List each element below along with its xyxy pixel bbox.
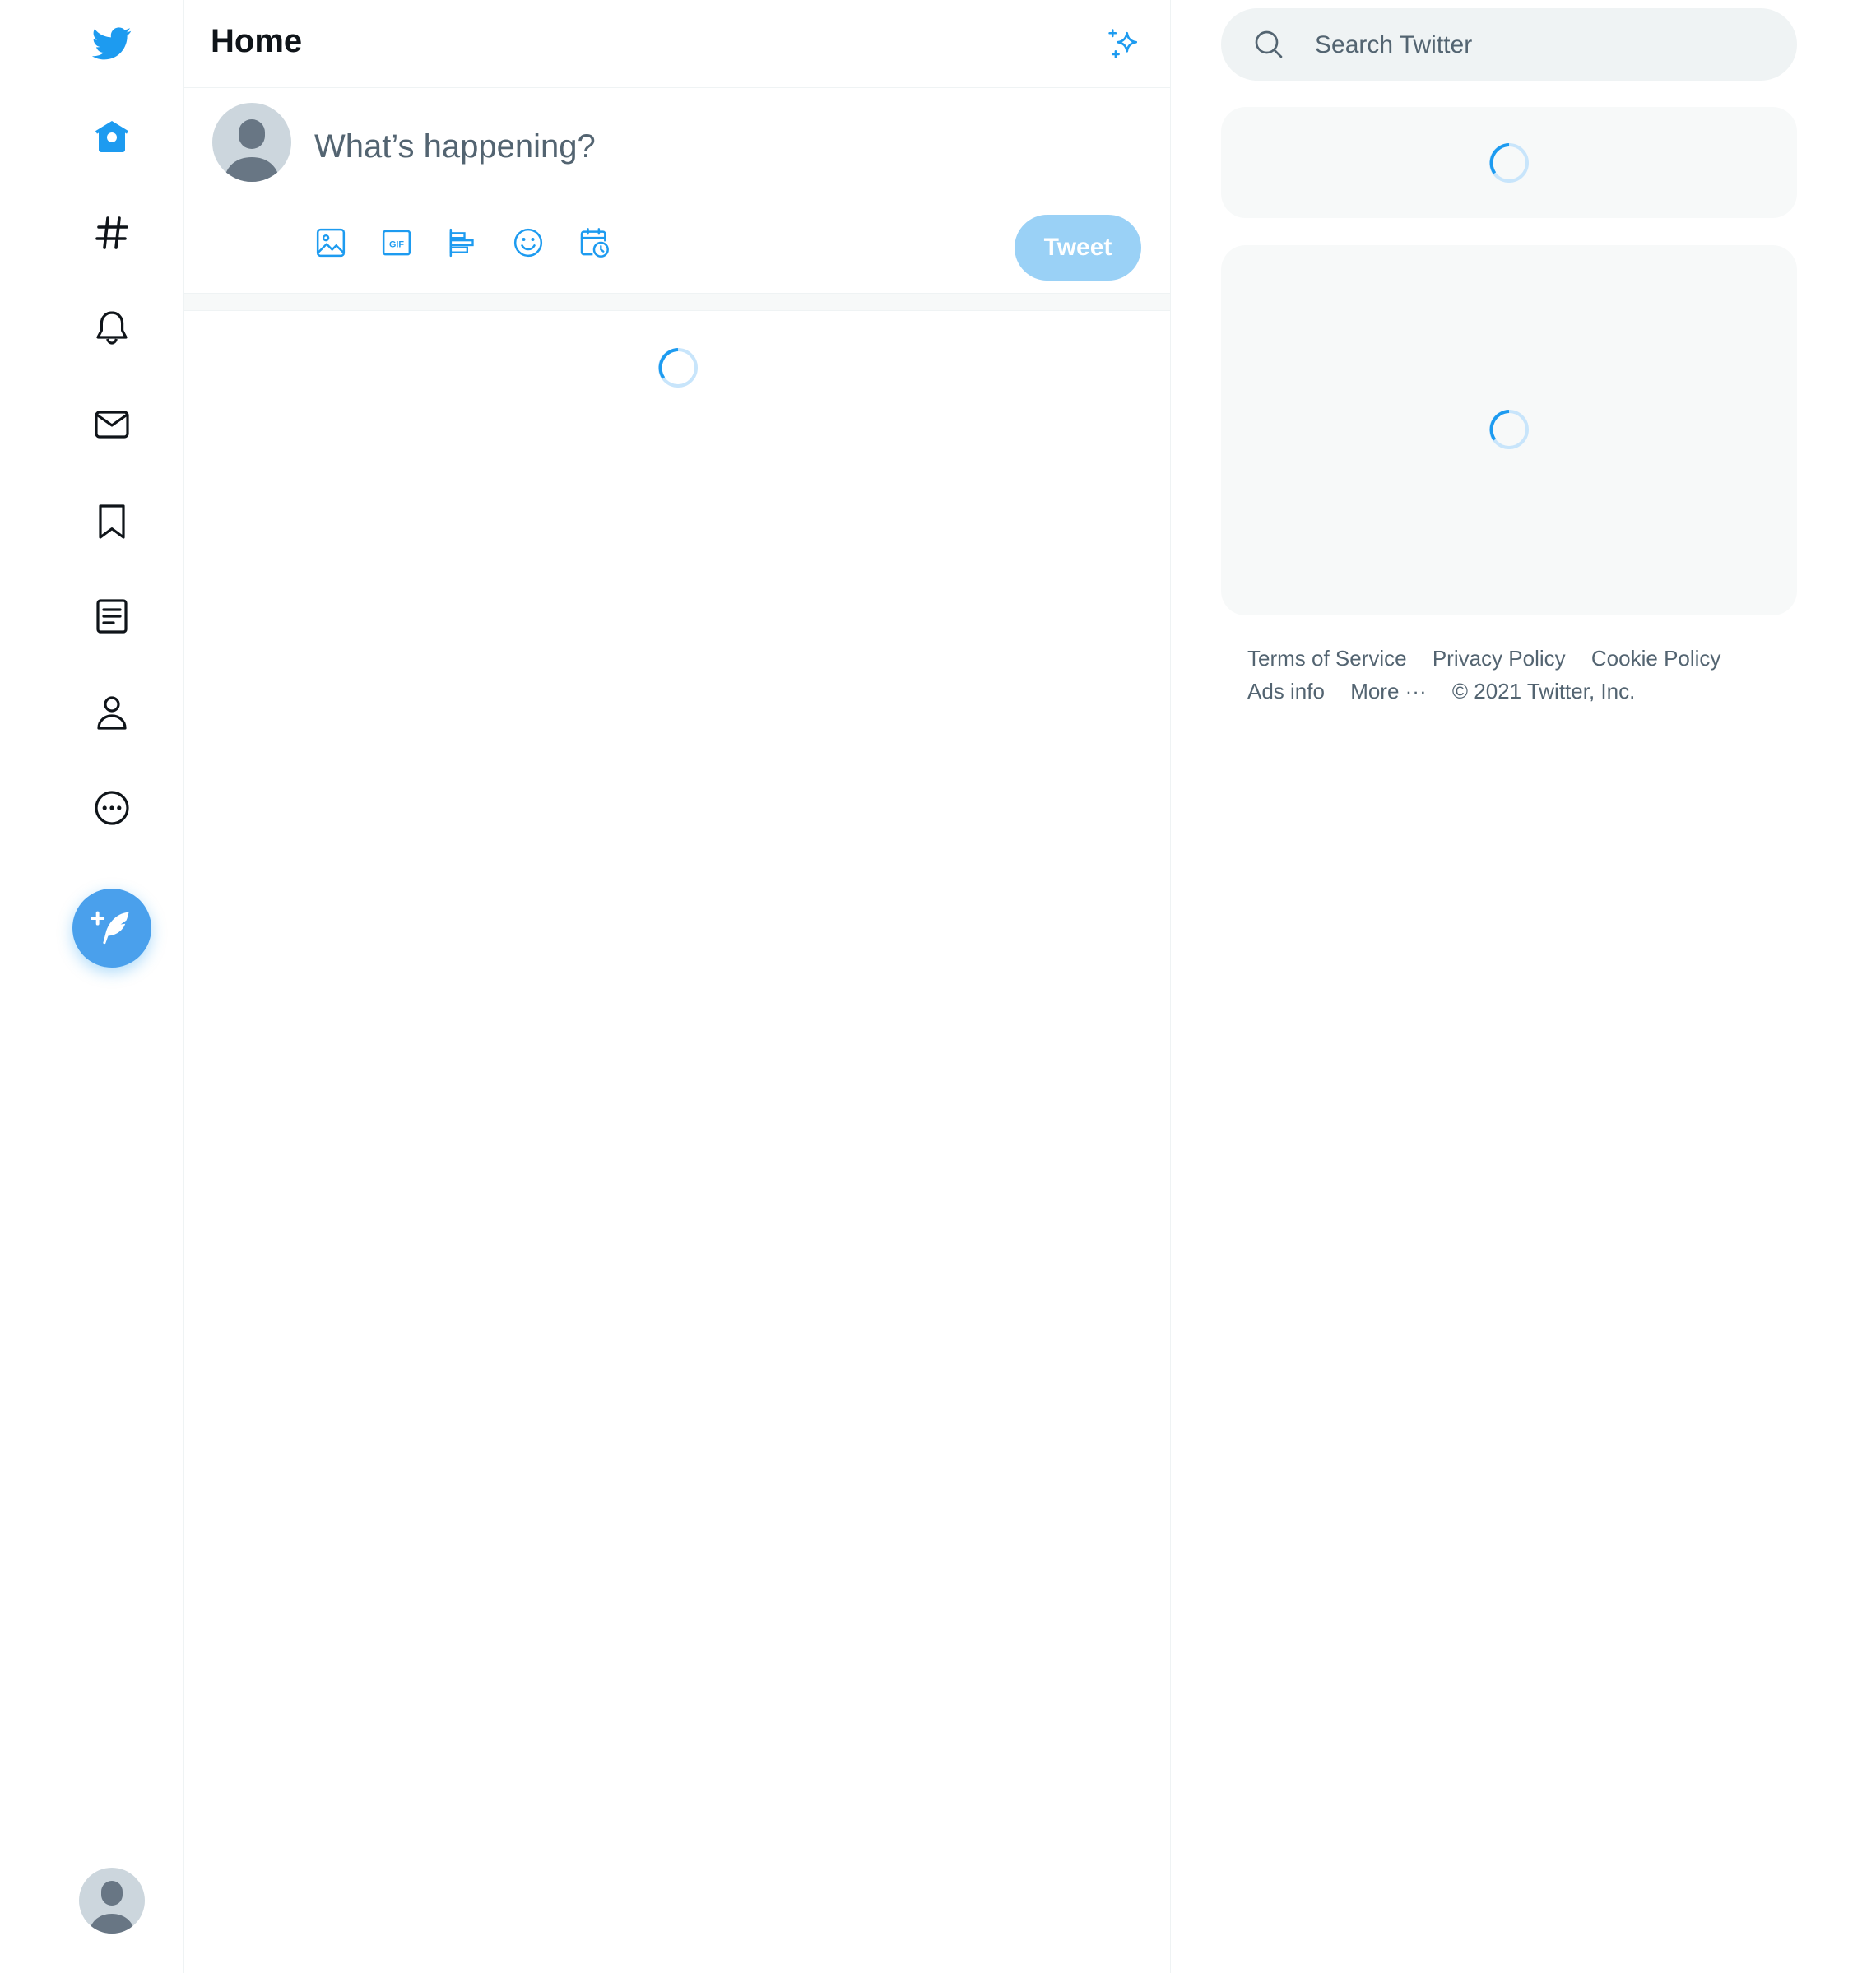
search-icon <box>1255 30 1283 58</box>
envelope-icon <box>95 411 129 439</box>
hashtag-icon <box>95 216 128 249</box>
search-box[interactable] <box>1221 8 1797 81</box>
terms-of-service-link[interactable]: Terms of Service <box>1247 646 1407 671</box>
add-media-button[interactable] <box>308 220 354 266</box>
default-avatar-icon <box>224 119 280 182</box>
add-poll-button[interactable] <box>439 220 485 266</box>
feed-divider <box>184 293 1170 311</box>
trends-loading-spinner <box>1489 143 1529 183</box>
sidebar-item-explore[interactable] <box>79 200 145 266</box>
sidebar-item-profile[interactable] <box>79 680 145 745</box>
tweet-button[interactable]: Tweet <box>1015 215 1141 281</box>
gif-icon: GIF <box>382 230 411 256</box>
search-input[interactable] <box>1313 23 1777 67</box>
image-icon <box>316 228 346 258</box>
tweet-composer: GIF <box>184 88 1170 294</box>
sidebar-item-more[interactable] <box>79 775 145 841</box>
trends-card <box>1221 107 1797 218</box>
add-emoji-button[interactable] <box>505 220 551 266</box>
person-icon <box>97 696 127 730</box>
sidebar-item-messages[interactable] <box>79 392 145 457</box>
schedule-icon <box>580 228 609 258</box>
sidebar-item-home[interactable] <box>79 104 145 169</box>
bell-icon <box>96 311 128 345</box>
tweet-input[interactable] <box>313 121 1056 172</box>
main-column: Home GIF <box>184 0 1171 1973</box>
copyright: © 2021 Twitter, Inc. <box>1451 679 1636 703</box>
sidebar-item-bookmarks[interactable] <box>79 489 145 555</box>
emoji-icon <box>513 228 543 258</box>
poll-icon <box>449 228 474 258</box>
twitter-logo <box>92 27 132 60</box>
list-icon <box>96 599 128 634</box>
page-title: Home <box>211 23 303 59</box>
bookmark-icon <box>99 504 125 539</box>
cookie-policy-link[interactable]: Cookie Policy <box>1591 646 1721 671</box>
privacy-policy-link[interactable]: Privacy Policy <box>1433 646 1566 671</box>
add-gif-button[interactable]: GIF <box>374 220 420 266</box>
sidebar-item-notifications[interactable] <box>79 295 145 361</box>
twitter-bird-icon[interactable] <box>79 10 145 76</box>
feather-plus-icon <box>91 911 129 945</box>
timeline-loading-spinner <box>658 348 698 388</box>
more-circle-icon <box>95 791 129 825</box>
compose-tweet-button[interactable] <box>72 889 151 968</box>
top-tweets-button[interactable] <box>1103 23 1145 66</box>
who-to-follow-card <box>1221 245 1797 615</box>
follow-loading-spinner <box>1489 410 1529 449</box>
schedule-tweet-button[interactable] <box>571 220 617 266</box>
left-sidebar <box>0 0 184 1973</box>
footer-row-2: Ads info More ··· © 2021 Twitter, Inc. <box>1247 675 1774 708</box>
footer-row-1: Terms of Service Privacy Policy Cookie P… <box>1247 642 1774 675</box>
ads-info-link[interactable]: Ads info <box>1247 679 1325 703</box>
gif-label: GIF <box>389 239 404 249</box>
sparkle-icon <box>1108 29 1138 58</box>
home-icon <box>95 121 128 152</box>
sidebar-item-lists[interactable] <box>79 583 145 649</box>
scrollbar[interactable] <box>1850 0 1876 1973</box>
footer-links: Terms of Service Privacy Policy Cookie P… <box>1247 642 1774 708</box>
composer-avatar <box>212 103 291 182</box>
timeline-header: Home <box>184 0 1170 88</box>
account-avatar[interactable] <box>79 1868 145 1934</box>
more-footer-link[interactable]: More ··· <box>1350 679 1426 703</box>
default-avatar-icon <box>89 1881 135 1934</box>
